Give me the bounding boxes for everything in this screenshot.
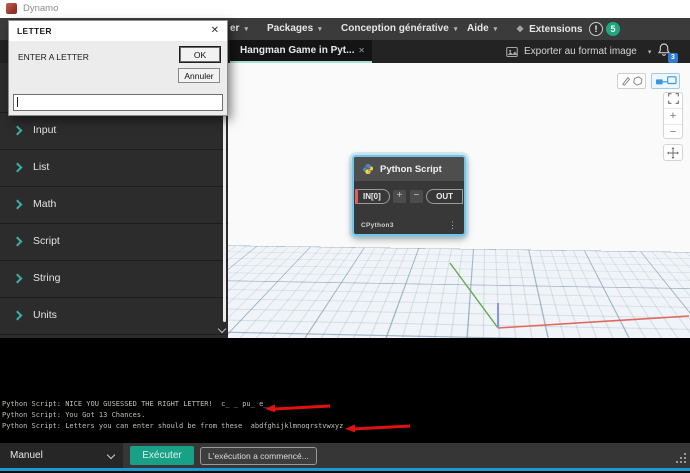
workspace-canvas[interactable]: Python Script IN[0] + − OUT CPython3 ⋮ +… xyxy=(228,63,690,338)
chevron-right-icon xyxy=(12,310,23,321)
tab-close-icon[interactable]: ✕ xyxy=(358,46,365,55)
sidebar-item-list[interactable]: List xyxy=(0,150,228,187)
dynamo-logo-icon xyxy=(6,3,17,14)
zoom-in-button[interactable]: + xyxy=(664,109,682,125)
console-line: Python Script: You Got 13 Chances. xyxy=(2,411,146,419)
console-output: Python Script: NICE YOU GUSESSED THE RIG… xyxy=(0,338,690,443)
tab-title: Hangman Game in Pyt... xyxy=(240,45,355,56)
console-line: Python Script: NICE YOU GUSESSED THE RIG… xyxy=(2,400,268,408)
run-button[interactable]: Exécuter xyxy=(130,446,194,465)
menu-generative-design[interactable]: Conception générative ▾ xyxy=(341,18,457,40)
node-graph-icon xyxy=(655,76,677,85)
chevron-right-icon xyxy=(12,162,23,173)
output-port[interactable]: OUT xyxy=(426,189,463,204)
window-title: Dynamo xyxy=(23,3,59,14)
chevron-down-icon: ▾ xyxy=(493,26,498,33)
pan-button[interactable] xyxy=(663,144,683,161)
image-icon xyxy=(506,46,518,57)
menu-packages[interactable]: Packages ▾ xyxy=(267,18,322,40)
pan-icon xyxy=(667,146,679,159)
port-warning-bar xyxy=(355,189,358,204)
chevron-right-icon xyxy=(12,273,23,284)
export-image-button[interactable]: Exporter au format image ▾ xyxy=(506,40,651,63)
python-script-node[interactable]: Python Script IN[0] + − OUT CPython3 ⋮ xyxy=(352,155,466,236)
chevron-right-icon xyxy=(12,125,23,136)
node-title: Python Script xyxy=(380,163,442,175)
menu-item-partial[interactable]: er ▾ xyxy=(230,18,248,40)
geometry-view-button[interactable] xyxy=(617,73,646,89)
node-body: IN[0] + − OUT xyxy=(354,181,464,212)
zoom-out-button[interactable]: − xyxy=(664,125,682,140)
sidebar-item-string[interactable]: String xyxy=(0,261,228,298)
sidebar-item-input[interactable]: Input xyxy=(0,113,228,150)
sidebar-item-math[interactable]: Math xyxy=(0,187,228,224)
remove-input-button[interactable]: − xyxy=(409,190,423,203)
sidebar-scrollbar[interactable] xyxy=(223,112,226,322)
tab-hangman-game[interactable]: Hangman Game in Pyt... ✕ xyxy=(230,40,372,63)
dynamo-window: Dynamo er ▾ Packages ▾ Conception générati… xyxy=(0,0,690,473)
chevron-right-icon xyxy=(12,199,23,210)
python-icon xyxy=(363,164,373,174)
engine-label: CPython3 xyxy=(361,221,394,229)
add-input-button[interactable]: + xyxy=(392,190,406,203)
cancel-button[interactable]: Annuler xyxy=(178,68,220,83)
sidebar-item-script[interactable]: Script xyxy=(0,224,228,261)
input-port[interactable]: IN[0] xyxy=(355,189,390,204)
ok-button[interactable]: OK xyxy=(180,47,220,62)
letter-dialog[interactable]: LETTER ✕ ENTER A LETTER OK Annuler xyxy=(8,20,228,116)
console-line: Python Script: Letters you can enter sho… xyxy=(2,422,344,430)
sidebar-item-units[interactable]: Units xyxy=(0,298,228,335)
dialog-prompt: ENTER A LETTER xyxy=(18,52,89,62)
dialog-close-icon[interactable]: ✕ xyxy=(211,25,219,36)
chevron-down-icon: ▾ xyxy=(453,26,458,33)
menu-help[interactable]: Aide ▾ xyxy=(467,18,497,40)
text-caret xyxy=(17,97,18,107)
annotation-arrow xyxy=(273,404,331,411)
chevron-down-icon: ▾ xyxy=(318,26,322,33)
extensions-icon: ❖ xyxy=(516,24,525,34)
node-footer: CPython3 ⋮ xyxy=(354,216,464,234)
execution-status-button[interactable]: L'exécution a commencé... xyxy=(200,447,317,465)
node-header[interactable]: Python Script xyxy=(354,157,464,181)
notification-count-badge[interactable]: 5 xyxy=(606,22,620,36)
chevron-down-icon: ▾ xyxy=(647,48,652,56)
annotation-arrow xyxy=(353,424,411,431)
alert-icon[interactable]: ! xyxy=(589,22,603,36)
dialog-titlebar[interactable]: LETTER ✕ xyxy=(9,21,227,41)
node-menu-icon[interactable]: ⋮ xyxy=(448,220,457,231)
zoom-controls: + − xyxy=(663,92,683,139)
fit-screen-icon xyxy=(667,93,679,104)
chevron-down-icon xyxy=(106,450,116,460)
bell-icon[interactable]: 3 xyxy=(656,42,678,63)
geometry-icon xyxy=(621,76,643,86)
letter-input[interactable] xyxy=(13,94,223,111)
bell-count-badge: 3 xyxy=(668,53,678,63)
run-bar: Manuel Exécuter L'exécution a commencé..… xyxy=(0,443,690,468)
run-mode-dropdown[interactable]: Manuel xyxy=(0,443,123,468)
chevron-right-icon xyxy=(12,236,23,247)
graph-view-button[interactable] xyxy=(651,73,680,89)
resize-grip[interactable] xyxy=(684,461,686,463)
window-titlebar: Dynamo xyxy=(0,0,690,18)
dialog-title: LETTER xyxy=(17,26,52,36)
fit-view-button[interactable] xyxy=(664,93,682,109)
menu-extensions[interactable]: ❖ Extensions xyxy=(516,18,582,40)
chevron-down-icon: ▾ xyxy=(244,26,248,33)
